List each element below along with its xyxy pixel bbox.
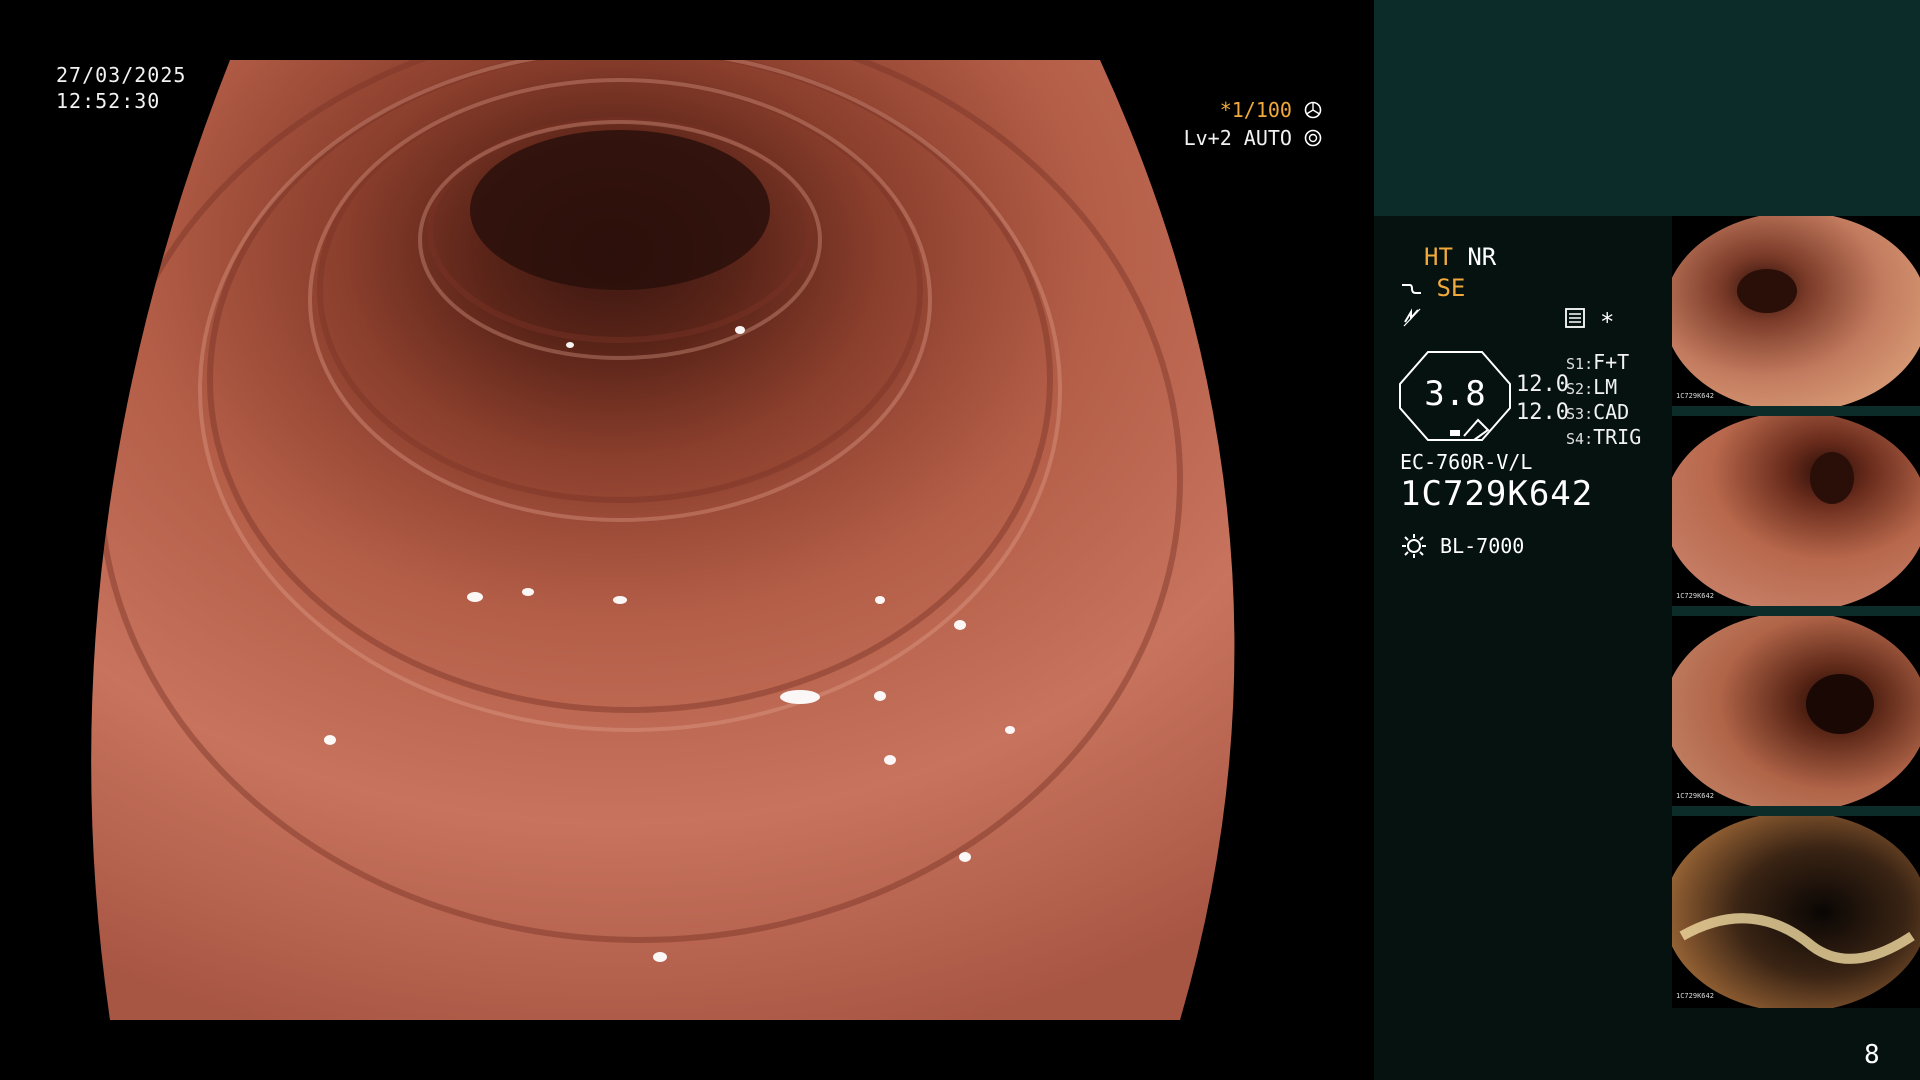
iris-icon (1304, 126, 1322, 150)
thumbnail-serial: 1C729K642 (1676, 792, 1714, 800)
thumbnail-serial: 1C729K642 (1676, 392, 1714, 400)
scope-serial: 1C729K642 (1400, 474, 1594, 514)
memory-card-icon (1564, 307, 1586, 333)
switch-row: S3:CAD (1566, 400, 1630, 424)
light-source-row: BL-7000 (1400, 532, 1524, 560)
thumbnail-serial: 1C729K642 (1676, 992, 1714, 1000)
zoom-value: 3.8 (1424, 374, 1486, 414)
zoom-indicator: 3.8 (1398, 350, 1512, 442)
switch-value: LM (1593, 375, 1618, 399)
mode-ht-nr: HT NR (1424, 243, 1496, 271)
shutter-label: *1/100 (1219, 98, 1292, 122)
thumbnail-1[interactable]: 1C729K642 (1672, 216, 1920, 408)
thumbnail-3[interactable]: 1C729K642 (1672, 616, 1920, 808)
aperture-icon (1304, 98, 1322, 122)
thumbnail-serial: 1C729K642 (1676, 592, 1714, 600)
switch-row: S2:LM (1566, 375, 1618, 399)
switch-value: F+T (1593, 350, 1630, 374)
thumbnail-divider (1672, 806, 1920, 816)
asterisk-label: * (1600, 308, 1615, 336)
switch-key: S3 (1566, 405, 1585, 423)
structure-enhance-icon (1400, 274, 1436, 302)
switch-key: S1 (1566, 355, 1585, 373)
switch-row: S1:F+T (1566, 350, 1630, 374)
thumbnail-divider (1672, 606, 1920, 616)
switch-key: S4 (1566, 430, 1585, 448)
value-1: 12.0 (1516, 372, 1569, 397)
level-readout: Lv+2 AUTO (1160, 126, 1322, 150)
switch-key: S2 (1566, 380, 1585, 398)
mode-nr: NR (1467, 243, 1497, 271)
switch-value: TRIG (1593, 425, 1642, 449)
light-source-label: BL-7000 (1440, 534, 1525, 558)
endoscope-main-view (60, 60, 1316, 1020)
mode-se-row: SE (1400, 274, 1465, 302)
date-label: 27/03/2025 (56, 63, 187, 87)
panel-header (1374, 0, 1920, 216)
thumbnail-divider (1672, 406, 1920, 416)
mode-se: SE (1436, 274, 1466, 302)
scope-model: EC-760R-V/L (1400, 450, 1533, 474)
value-2: 12.0 (1516, 400, 1569, 425)
thumbnail-2[interactable]: 1C729K642 (1672, 416, 1920, 608)
light-source-icon (1400, 534, 1440, 558)
level-label: Lv+2 AUTO (1183, 126, 1292, 150)
switch-value: CAD (1593, 400, 1630, 424)
switch-list: S1:F+T S2:LM S3:CAD S4:TRIG (1566, 350, 1641, 450)
time-label: 12:52:30 (56, 89, 161, 113)
shutter-readout: *1/100 (1160, 98, 1322, 122)
flash-icon (1402, 306, 1422, 332)
mode-ht: HT (1424, 243, 1453, 271)
switch-row: S4:TRIG (1566, 425, 1642, 449)
page-number: 8 (1864, 1040, 1880, 1070)
thumbnail-4[interactable]: 1C729K642 (1672, 816, 1920, 1008)
